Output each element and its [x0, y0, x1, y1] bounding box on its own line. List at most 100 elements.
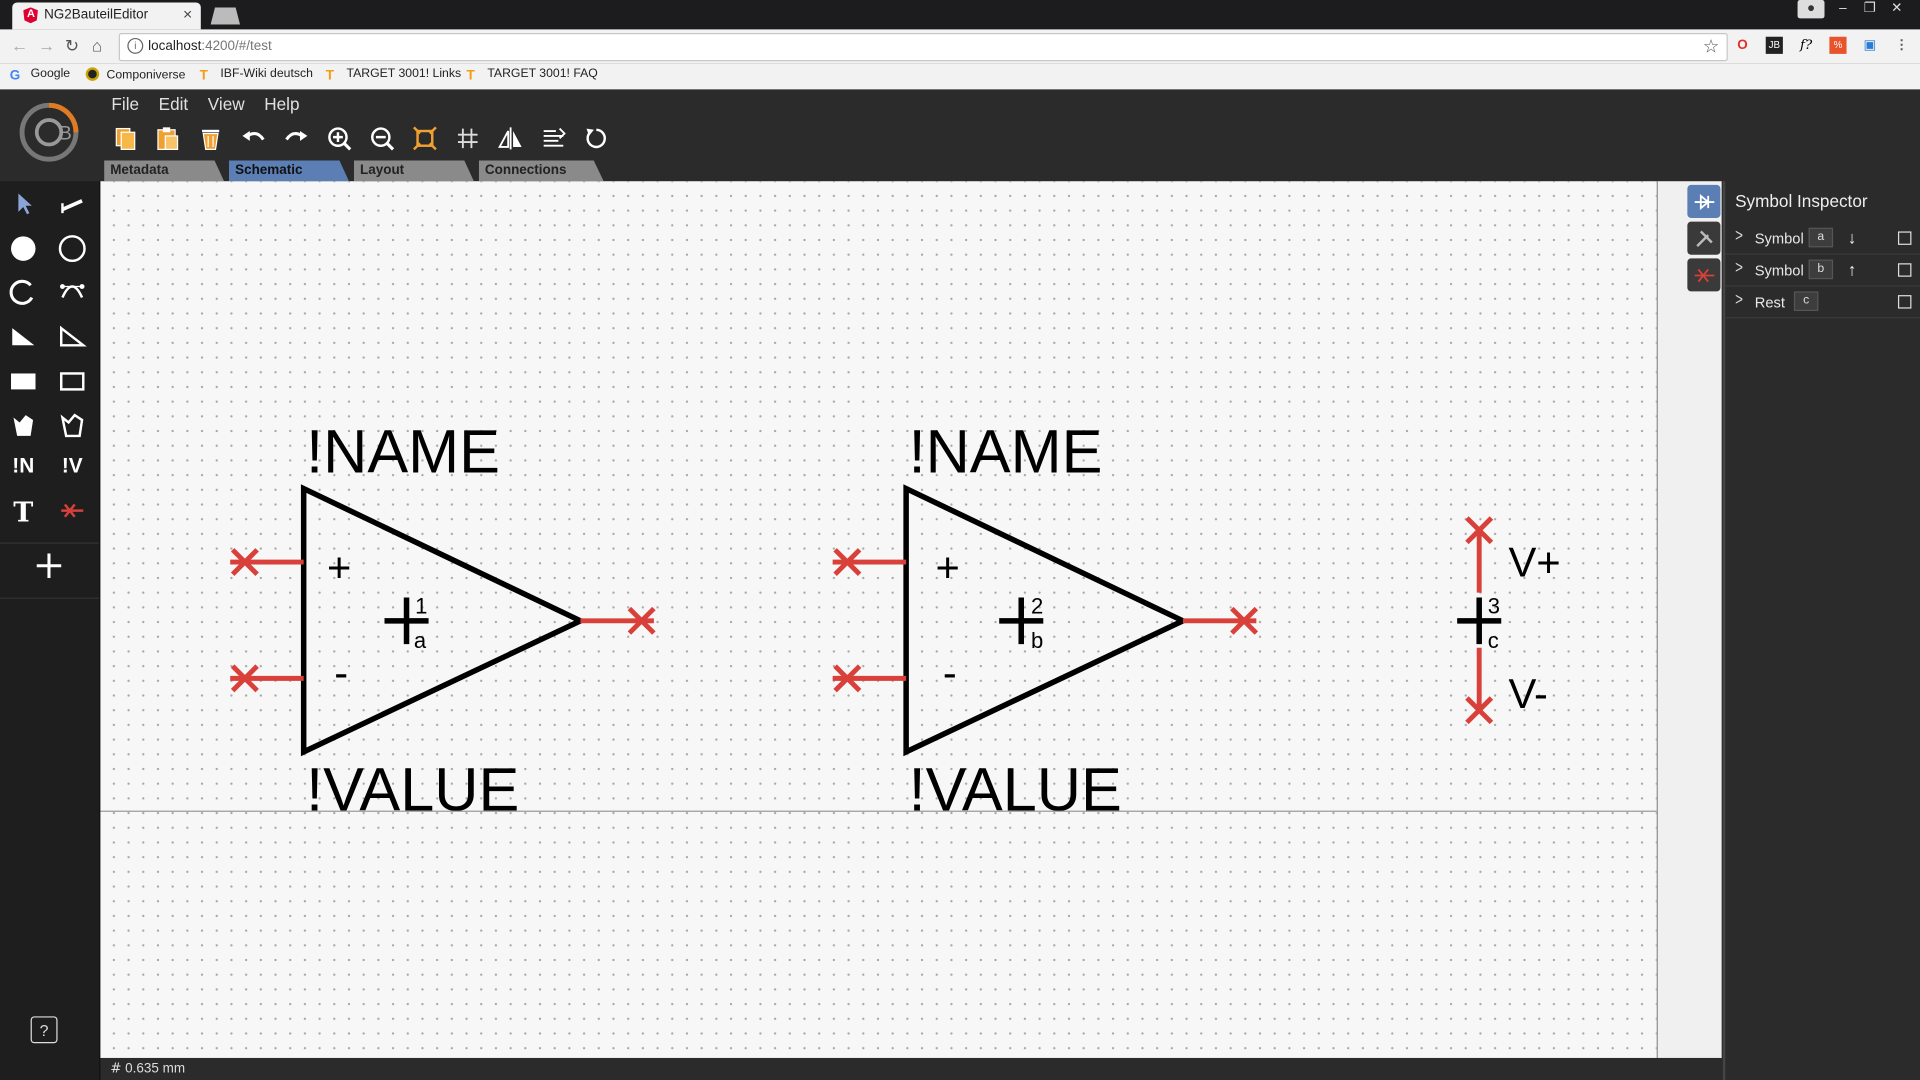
- url-input[interactable]: i localhost:4200/#/test ☆: [118, 33, 1728, 62]
- browser-tab[interactable]: NG2BauteilEditor ×: [12, 2, 201, 30]
- filled-circle-tool-icon[interactable]: [2, 230, 44, 267]
- extension-icon[interactable]: %: [1829, 36, 1847, 54]
- bookmarks-bar: G Google Componiverse T IBF-Wiki deutsch T…: [0, 63, 1920, 91]
- bookmark-star-icon[interactable]: ☆: [1703, 36, 1719, 58]
- inspector-row-rest[interactable]: > Rest c: [1725, 287, 1920, 319]
- inspector-row-symbol-b[interactable]: > Symbol b ↑: [1725, 255, 1920, 287]
- bookmark-target-faq[interactable]: T TARGET 3001! FAQ: [467, 67, 598, 83]
- value-label: !VALUE: [909, 756, 1122, 824]
- new-tab-button[interactable]: [210, 7, 241, 25]
- origin-tool-icon[interactable]: [28, 547, 70, 584]
- restore-icon[interactable]: ❐: [1856, 0, 1883, 18]
- menu-bar: File Edit View Help: [111, 94, 299, 114]
- jetbrains-icon[interactable]: JB: [1765, 36, 1783, 54]
- bookmark-google[interactable]: G Google: [10, 67, 70, 83]
- tab-connections[interactable]: Connections: [478, 160, 604, 182]
- value-tool-icon[interactable]: !V: [51, 448, 93, 485]
- visibility-checkbox[interactable]: [1897, 295, 1912, 309]
- cast-icon[interactable]: ▣: [1861, 37, 1878, 54]
- fit-icon[interactable]: [407, 122, 444, 154]
- schematic-canvas[interactable]: !NAME !VALUE + - 1 a !NAME !VALUE + - 2: [100, 181, 1657, 1058]
- undo-icon[interactable]: [235, 122, 272, 154]
- line-tool-icon[interactable]: [51, 185, 93, 222]
- zoom-out-icon[interactable]: [364, 122, 401, 154]
- name-tool-icon[interactable]: !N: [2, 448, 44, 485]
- plus-label: +: [936, 544, 960, 591]
- grid-icon[interactable]: [449, 122, 486, 154]
- vminus-label: V-: [1509, 670, 1548, 717]
- sidebar-divider: [0, 542, 100, 544]
- visibility-checkbox[interactable]: [1897, 231, 1912, 245]
- tool-sidebar: !N !V T ?: [0, 181, 101, 1080]
- triangle-tool-icon[interactable]: [51, 318, 93, 355]
- tab-metadata[interactable]: Metadata: [104, 160, 225, 182]
- symbol-number: 2: [1031, 593, 1043, 618]
- tab-close-icon[interactable]: ×: [183, 5, 192, 23]
- menu-edit[interactable]: Edit: [159, 94, 189, 114]
- select-tool-icon[interactable]: [2, 185, 44, 222]
- more-menu-icon[interactable]: ⋮: [1893, 37, 1910, 54]
- bezier-tool-icon[interactable]: [51, 274, 93, 311]
- opamp-symbol-b[interactable]: !NAME !VALUE + - 2 b: [832, 418, 1259, 824]
- menu-help[interactable]: Help: [264, 94, 299, 114]
- mirror-icon[interactable]: [492, 122, 529, 154]
- profile-icon[interactable]: ●: [1797, 0, 1825, 19]
- grid-icon: #: [110, 1060, 122, 1077]
- delete-icon[interactable]: [192, 122, 229, 154]
- opera-icon[interactable]: O: [1734, 37, 1751, 54]
- grid-size: 0.635 mm: [125, 1061, 186, 1077]
- zoom-in-icon[interactable]: [321, 122, 358, 154]
- browser-tab-bar: NG2BauteilEditor × ● – ❐ ✕: [0, 0, 1920, 30]
- arc-tool-icon[interactable]: [2, 274, 44, 311]
- visibility-checkbox[interactable]: [1897, 263, 1912, 277]
- arrow-up-icon[interactable]: ↑: [1848, 260, 1857, 280]
- power-symbol-c[interactable]: V+ V- 3 c: [1457, 516, 1561, 725]
- opamp-symbol-a[interactable]: !NAME !VALUE + - 1 a: [230, 418, 656, 824]
- minimize-icon[interactable]: –: [1829, 0, 1856, 18]
- plus-label: +: [327, 544, 351, 591]
- bookmark-target-links[interactable]: T TARGET 3001! Links: [326, 67, 461, 83]
- info-icon[interactable]: i: [127, 37, 144, 54]
- help-button[interactable]: ?: [30, 1016, 58, 1044]
- forward-icon[interactable]: →: [38, 36, 55, 56]
- filled-rect-tool-icon[interactable]: [2, 362, 44, 399]
- chevron-right-icon[interactable]: >: [1735, 227, 1743, 246]
- chevron-right-icon[interactable]: >: [1735, 290, 1743, 309]
- pin-tab-icon[interactable]: [1687, 258, 1721, 292]
- symbol-inspector-tab-icon[interactable]: [1687, 184, 1721, 218]
- pin-tool-icon[interactable]: [51, 492, 93, 529]
- text-tool-icon[interactable]: T: [2, 495, 44, 532]
- reload-icon[interactable]: ↻: [65, 36, 79, 57]
- home-icon[interactable]: ⌂: [92, 36, 102, 56]
- polygon-tool-icon[interactable]: [51, 407, 93, 444]
- function-icon[interactable]: f?: [1798, 37, 1815, 54]
- copy-icon[interactable]: [107, 122, 144, 154]
- align-icon[interactable]: [535, 122, 572, 154]
- symbol-letter: c: [1488, 628, 1499, 653]
- rotate-icon[interactable]: [578, 122, 615, 154]
- tab-layout[interactable]: Layout: [353, 160, 474, 182]
- app-header: File Edit View Help: [0, 89, 1920, 158]
- rect-tool-icon[interactable]: [51, 362, 93, 399]
- symbol-inspector: Symbol Inspector > Symbol a ↓ > Symbol b…: [1722, 181, 1920, 1080]
- circle-tool-icon[interactable]: [51, 230, 93, 267]
- menu-view[interactable]: View: [208, 94, 245, 114]
- paste-icon[interactable]: [149, 122, 186, 154]
- symbol-number: 3: [1488, 593, 1500, 618]
- chevron-right-icon[interactable]: >: [1735, 259, 1743, 278]
- bookmark-componiverse[interactable]: Componiverse: [85, 67, 185, 82]
- pin-wires: [230, 559, 654, 681]
- tab-schematic[interactable]: Schematic: [228, 160, 349, 182]
- filled-polygon-tool-icon[interactable]: [2, 407, 44, 444]
- tools-tab-icon[interactable]: [1687, 221, 1721, 255]
- redo-icon[interactable]: [278, 122, 315, 154]
- close-window-icon[interactable]: ✕: [1883, 0, 1910, 18]
- back-icon[interactable]: ←: [11, 36, 28, 56]
- menu-file[interactable]: File: [111, 94, 139, 114]
- filled-triangle-tool-icon[interactable]: [2, 318, 44, 355]
- value-label: !VALUE: [306, 756, 519, 824]
- row-key: a: [1808, 227, 1834, 248]
- bookmark-ibf-wiki[interactable]: T IBF-Wiki deutsch: [200, 67, 313, 83]
- arrow-down-icon[interactable]: ↓: [1848, 228, 1857, 248]
- inspector-row-symbol-a[interactable]: > Symbol a ↓: [1725, 223, 1920, 255]
